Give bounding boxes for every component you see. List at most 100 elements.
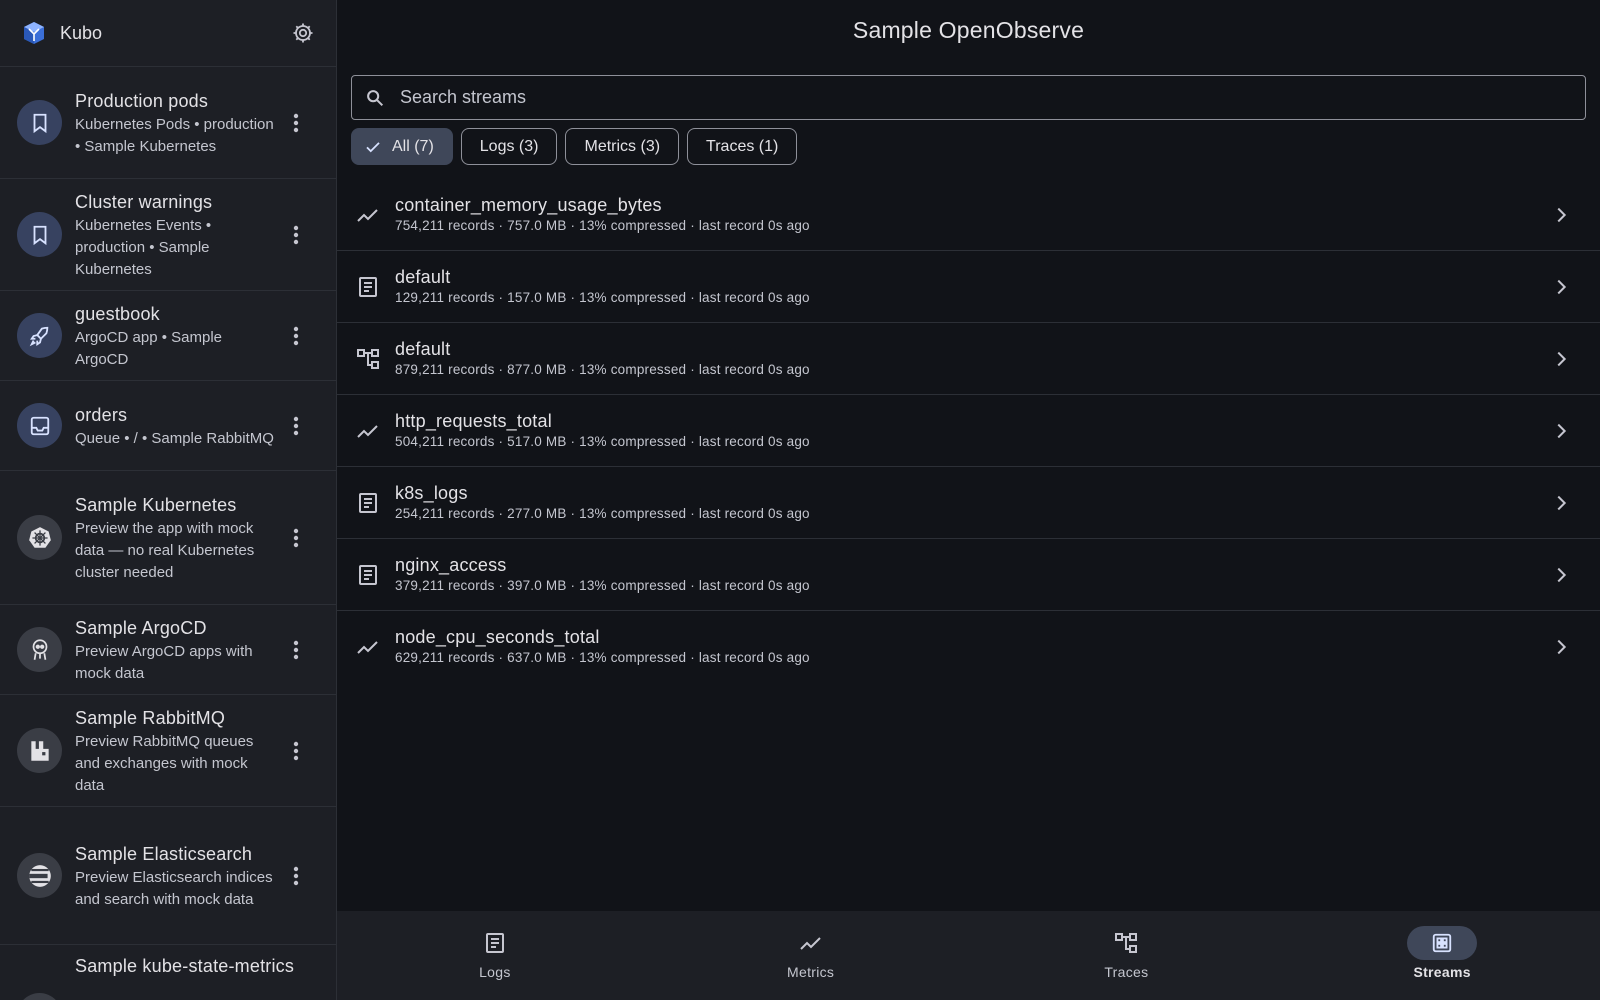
more-vert-icon[interactable] [284, 739, 308, 763]
nav-label: Logs [479, 964, 511, 980]
stream-name: default [395, 266, 451, 287]
filter-chip-metrics[interactable]: Metrics (3) [565, 128, 680, 165]
stream-row[interactable]: node_cpu_seconds_total 629,211 records ·… [337, 611, 1600, 683]
search-input[interactable] [400, 87, 1585, 108]
nav-label: Traces [1104, 964, 1149, 980]
filter-chip-all[interactable]: All (7) [351, 128, 453, 165]
gear-icon[interactable] [290, 20, 316, 46]
nav-metrics[interactable]: Metrics [653, 911, 969, 1000]
stream-name: default [395, 338, 451, 359]
stream-row[interactable]: default 879,211 records · 877.0 MB · 13%… [337, 323, 1600, 395]
sidebar-item-title: Production pods [75, 90, 209, 111]
stream-meta: 504,211 records · 517.0 MB · 13% compres… [395, 433, 810, 449]
more-vert-icon[interactable] [284, 864, 308, 888]
app-window: Kubo Production pods Kubernetes Pods • p… [0, 0, 1600, 1000]
metrics-icon [776, 926, 846, 960]
sidebar-item-title: Cluster warnings [75, 191, 213, 212]
more-vert-icon[interactable] [284, 638, 308, 662]
argocd-icon [17, 627, 62, 672]
sidebar-item-title: Sample RabbitMQ [75, 707, 226, 728]
search-box[interactable] [351, 75, 1586, 120]
page-title: Sample OpenObserve [852, 17, 1085, 43]
sidebar-item-subtitle: Preview the app with mock data — no real… [75, 519, 255, 581]
stream-list: container_memory_usage_bytes 754,211 rec… [337, 179, 1600, 683]
chevron-right-icon [1550, 276, 1572, 298]
sidebar-item-subtitle: Kubernetes Pods • production • Sample Ku… [75, 115, 274, 155]
chevron-right-icon [1550, 564, 1572, 586]
more-vert-icon[interactable] [284, 414, 308, 438]
filter-chip-label: Traces (1) [706, 137, 779, 155]
document-icon [355, 562, 381, 588]
streams-icon [1407, 926, 1478, 960]
sidebar-item-title: Sample kube-state-metrics [75, 956, 295, 976]
chevron-right-icon [1550, 636, 1572, 658]
main-content: Sample OpenObserve All (7) Logs (3) Metr… [337, 0, 1600, 1000]
sidebar-item-title: Sample Kubernetes [75, 494, 237, 515]
sidebar-item-sample-rabbitmq[interactable]: Sample RabbitMQ Preview RabbitMQ queues … [0, 695, 336, 807]
more-vert-icon[interactable] [284, 111, 308, 135]
stream-name: nginx_access [395, 554, 507, 575]
metrics-icon [17, 993, 62, 1000]
trending-icon [355, 418, 381, 444]
filter-chip-traces[interactable]: Traces (1) [687, 128, 798, 165]
sidebar-item-subtitle: Preview Elasticsearch indices and search… [75, 868, 273, 908]
stream-row[interactable]: container_memory_usage_bytes 754,211 rec… [337, 179, 1600, 251]
stream-name: k8s_logs [395, 482, 468, 503]
sidebar-item-sample-kubernetes[interactable]: Sample Kubernetes Preview the app with m… [0, 471, 336, 605]
stream-meta: 754,211 records · 757.0 MB · 13% compres… [395, 217, 810, 233]
chevron-right-icon [1550, 492, 1572, 514]
stream-row[interactable]: default 129,211 records · 157.0 MB · 13%… [337, 251, 1600, 323]
stream-name: container_memory_usage_bytes [395, 194, 662, 215]
trending-icon [355, 202, 381, 228]
sidebar-item-sample-elasticsearch[interactable]: Sample Elasticsearch Preview Elasticsear… [0, 807, 336, 945]
stream-row[interactable]: k8s_logs 254,211 records · 277.0 MB · 13… [337, 467, 1600, 539]
stream-row[interactable]: nginx_access 379,211 records · 397.0 MB … [337, 539, 1600, 611]
filter-chip-logs[interactable]: Logs (3) [460, 128, 558, 165]
sidebar-item-title: guestbook [75, 303, 160, 324]
sidebar-item-cluster-warnings[interactable]: Cluster warnings Kubernetes Events • pro… [0, 179, 336, 291]
inbox-icon [17, 403, 62, 448]
sidebar-item-sample-kube-state-metrics[interactable]: Sample kube-state-metrics [0, 945, 336, 1000]
more-vert-icon[interactable] [284, 223, 308, 247]
kubo-logo-icon [22, 21, 46, 45]
bookmark-icon [17, 212, 62, 257]
stream-row[interactable]: http_requests_total 504,211 records · 51… [337, 395, 1600, 467]
sidebar-item-subtitle: Preview RabbitMQ queues and exchanges wi… [75, 732, 254, 794]
kubernetes-icon [17, 515, 62, 560]
bottom-navigation: Logs Metrics Traces Streams [337, 911, 1600, 1000]
account-tree-icon [355, 346, 381, 372]
stream-meta: 879,211 records · 877.0 MB · 13% compres… [395, 361, 810, 377]
chevron-right-icon [1550, 204, 1572, 226]
sidebar-item-title: orders [75, 404, 128, 425]
nav-label: Metrics [787, 964, 835, 980]
nav-label: Streams [1413, 964, 1471, 980]
sidebar-item-orders[interactable]: orders Queue • / • Sample RabbitMQ [0, 381, 336, 471]
check-icon [364, 138, 382, 156]
chevron-right-icon [1550, 348, 1572, 370]
filter-chip-label: Logs (3) [479, 137, 539, 155]
stream-meta: 629,211 records · 637.0 MB · 13% compres… [395, 650, 810, 665]
stream-name: http_requests_total [395, 410, 552, 431]
sidebar-item-guestbook[interactable]: guestbook ArgoCD app • Sample ArgoCD [0, 291, 336, 381]
sidebar-item-title: Sample Elasticsearch [75, 843, 253, 864]
filter-chip-label: All (7) [392, 137, 434, 155]
traces-icon [1091, 926, 1161, 960]
nav-traces[interactable]: Traces [969, 911, 1285, 1000]
logs-icon [460, 926, 530, 960]
sidebar: Kubo Production pods Kubernetes Pods • p… [0, 0, 337, 1000]
more-vert-icon[interactable] [284, 324, 308, 348]
sidebar-item-subtitle: Kubernetes Events • production • Sample … [75, 216, 212, 278]
rocket-icon [17, 313, 62, 358]
search-icon [364, 87, 386, 109]
sidebar-item-subtitle: Queue • / • Sample RabbitMQ [75, 429, 274, 447]
app-name: Kubo [60, 22, 103, 43]
nav-logs[interactable]: Logs [337, 911, 653, 1000]
stream-meta: 254,211 records · 277.0 MB · 13% compres… [395, 505, 810, 521]
sidebar-item-title: Sample ArgoCD [75, 617, 207, 638]
nav-streams[interactable]: Streams [1284, 911, 1600, 1000]
sidebar-item-sample-argocd[interactable]: Sample ArgoCD Preview ArgoCD apps with m… [0, 605, 336, 695]
sidebar-item-production-pods[interactable]: Production pods Kubernetes Pods • produc… [0, 67, 336, 179]
more-vert-icon[interactable] [284, 526, 308, 550]
chevron-right-icon [1550, 420, 1572, 442]
stream-meta: 129,211 records · 157.0 MB · 13% compres… [395, 289, 810, 305]
